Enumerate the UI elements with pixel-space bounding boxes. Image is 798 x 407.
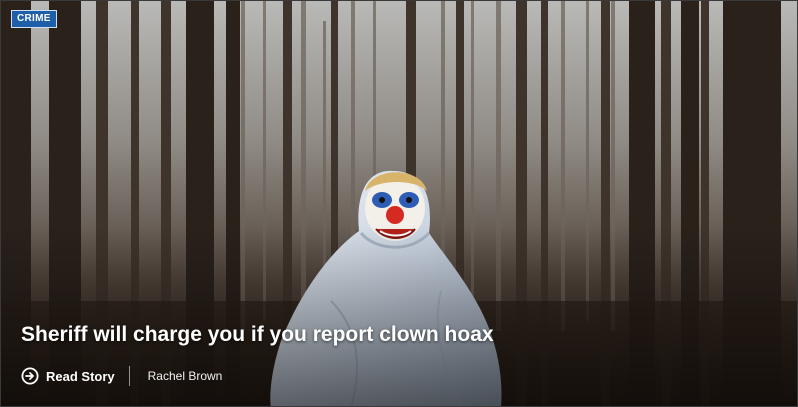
story-headline[interactable]: Sheriff will charge you if you report cl… xyxy=(21,323,494,347)
category-badge[interactable]: CRIME xyxy=(11,10,57,28)
read-story-link[interactable]: Read Story xyxy=(21,367,115,385)
story-meta: Read Story Rachel Brown xyxy=(21,365,222,387)
story-card[interactable]: CRIME Sheriff will charge you if you rep… xyxy=(0,0,798,407)
meta-divider xyxy=(128,366,130,386)
arrow-circle-right-icon xyxy=(21,367,39,385)
read-story-label: Read Story xyxy=(46,368,115,384)
author-name[interactable]: Rachel Brown xyxy=(148,369,223,383)
